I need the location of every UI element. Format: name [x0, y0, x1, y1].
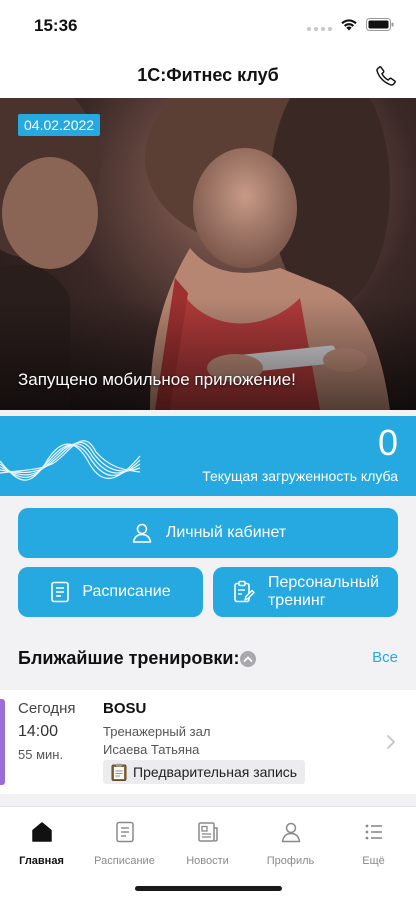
session-time: 14:00: [18, 723, 59, 740]
chevron-right-icon: [387, 735, 395, 749]
tab-news[interactable]: Новости: [166, 819, 249, 867]
wave-graphic: [0, 440, 141, 481]
session-trainer: Исаева Татьяна: [103, 742, 200, 757]
tab-bar: Главная Расписание Новости Профиль Ещё: [0, 806, 416, 900]
tab-schedule-label: Расписание: [94, 855, 155, 867]
profile-icon: [281, 822, 300, 843]
news-date-badge: 04.02.2022: [18, 114, 101, 136]
tab-home[interactable]: Главная: [0, 819, 83, 867]
navigation-bar: 1С:Фитнес клуб: [0, 54, 416, 98]
schedule-icon: [115, 821, 134, 843]
session-name: BOSU: [103, 700, 147, 717]
tab-profile[interactable]: Профиль: [249, 819, 332, 867]
personal-account-label: Личный кабинет: [165, 524, 287, 541]
news-banner[interactable]: 04.02.2022 Запущено мобильное приложение…: [0, 98, 416, 410]
tab-profile-label: Профиль: [266, 855, 315, 867]
tab-news-label: Новости: [186, 855, 229, 867]
news-caption: Запущено мобильное приложение!: [18, 370, 296, 389]
schedule-label: Расписание: [82, 583, 171, 600]
news-photo: [0, 98, 416, 410]
personal-training-label: Персональный тренинг: [267, 574, 380, 609]
see-all-link[interactable]: Все: [372, 649, 398, 666]
session-hall: Тренажерный зал: [103, 724, 211, 739]
tab-home-label: Главная: [19, 855, 64, 867]
session-day: Сегодня: [18, 700, 76, 717]
status-bar: 15:36: [0, 0, 416, 54]
personal-account-button[interactable]: Личный кабинет: [18, 508, 398, 558]
user-icon: [132, 523, 152, 543]
tab-schedule[interactable]: Расписание: [83, 819, 166, 867]
pre-registration-badge: Предварительная запись: [103, 760, 306, 784]
club-load-label: Текущая загруженность клуба: [202, 468, 398, 484]
battery-icon: [366, 18, 394, 31]
document-icon: [51, 581, 70, 603]
training-session-card[interactable]: Сегодня 14:00 55 мин. BOSU Тренажерный з…: [0, 690, 416, 794]
chevron-up-icon[interactable]: [240, 651, 256, 667]
news-icon: [197, 822, 218, 842]
phone-icon: [376, 66, 396, 86]
status-icons: [307, 18, 394, 31]
cellular-signal-icon: [307, 19, 332, 31]
clipboard-icon: [111, 763, 127, 781]
more-icon: [365, 824, 382, 840]
tab-more-label: Ещё: [362, 855, 385, 867]
wifi-icon: [341, 19, 357, 31]
home-icon: [31, 822, 52, 842]
session-color-bar: [0, 699, 5, 785]
upcoming-header: Ближайшие тренировки: Все: [18, 644, 398, 672]
session-duration: 55 мин.: [18, 747, 64, 762]
club-load-panel: 0 Текущая загруженность клуба: [0, 416, 416, 496]
personal-training-button[interactable]: Персональный тренинг: [213, 567, 398, 617]
schedule-button[interactable]: Расписание: [18, 567, 203, 617]
home-indicator: [135, 886, 282, 891]
status-time: 15:36: [34, 16, 78, 35]
tab-more[interactable]: Ещё: [332, 819, 415, 867]
club-load-value: 0: [377, 422, 398, 463]
app-title: 1С:Фитнес клуб: [137, 65, 279, 85]
call-button[interactable]: [370, 60, 402, 92]
upcoming-title: Ближайшие тренировки:: [18, 648, 240, 668]
clipboard-edit-icon: [234, 580, 255, 603]
pre-registration-label: Предварительная запись: [133, 764, 298, 780]
